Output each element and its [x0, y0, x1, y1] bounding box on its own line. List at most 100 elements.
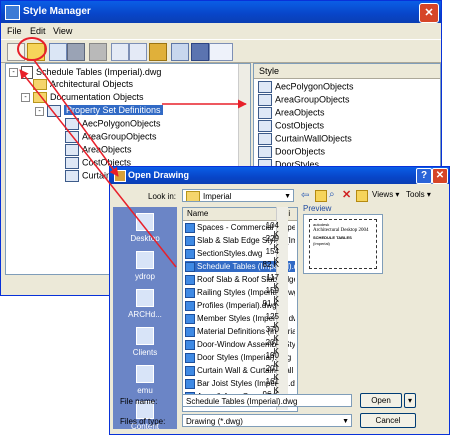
place-desktop[interactable]: Desktop	[113, 213, 177, 243]
table-icon	[65, 170, 79, 182]
dwg-file-icon	[185, 274, 195, 285]
set-from-icon[interactable]	[149, 43, 167, 61]
style-item[interactable]: DoorObjects	[258, 146, 325, 158]
table-icon	[258, 133, 272, 145]
chevron-down-icon[interactable]: ▼	[284, 190, 291, 201]
cancel-button[interactable]: Cancel	[360, 413, 416, 428]
style-item-label: DoorObjects	[275, 146, 326, 157]
style-item[interactable]: CostObjects	[258, 120, 324, 132]
style-column-header[interactable]: Style	[254, 64, 440, 79]
table-icon	[258, 94, 272, 106]
preview-line: (Imperial)	[313, 241, 330, 246]
menu-bar: File Edit View	[1, 23, 441, 39]
purge-icon[interactable]	[89, 43, 107, 61]
table-icon	[65, 118, 79, 130]
place-clients[interactable]: Clients	[113, 327, 177, 357]
place-archd[interactable]: ARCHd...	[113, 289, 177, 319]
folder-icon	[136, 289, 154, 307]
new-drawing-icon[interactable]	[7, 43, 25, 61]
app-icon	[5, 5, 20, 20]
tree-node-label: AreaGroupObjects	[82, 131, 157, 142]
file-size: 82 K	[262, 260, 279, 269]
table-icon	[258, 120, 272, 132]
style-item[interactable]: CurtainWallObjects	[258, 133, 352, 145]
file-name-label: File name:	[120, 397, 158, 406]
open-drawing-dialog: Open Drawing ? ✕ Look in: Imperial ▼ ⇦ ⌕ …	[109, 166, 450, 435]
new-style-icon[interactable]	[111, 43, 129, 61]
style-manager-titlebar[interactable]: Style Manager ✕	[1, 1, 441, 23]
new-folder-icon[interactable]	[356, 190, 368, 202]
tree-node-architectural-objects[interactable]: Architectural Objects	[33, 79, 133, 91]
dwg-file-icon	[185, 222, 195, 233]
desktop-icon	[136, 213, 154, 231]
menu-edit[interactable]: Edit	[30, 26, 46, 36]
table-icon	[258, 146, 272, 158]
collapse-icon[interactable]: -	[21, 93, 30, 103]
dwg-file-icon	[185, 326, 195, 337]
toggle-view-icon[interactable]	[171, 43, 189, 61]
style-item-label: CurtainWallObjects	[275, 133, 352, 144]
open-button-label: Open	[371, 396, 391, 405]
preview-line: SCHEDULE TABLES	[313, 235, 352, 240]
collapse-icon[interactable]: -	[9, 68, 18, 77]
tree-node-drawing[interactable]: - Schedule Tables (Imperial).dwg	[9, 66, 161, 79]
open-drawing-titlebar[interactable]: Open Drawing ? ✕	[110, 167, 449, 184]
place-label: emu	[137, 386, 153, 395]
file-name-input[interactable]: Schedule Tables (Imperial).dwg	[182, 394, 352, 407]
search-icon[interactable]: ⌕	[329, 189, 335, 200]
window-title: Style Manager	[23, 6, 91, 17]
chevron-down-icon: ▾	[407, 396, 412, 405]
open-options-button[interactable]: ▾	[404, 393, 416, 408]
dwg-file-icon	[185, 300, 195, 311]
tree-node-label: Schedule Tables (Imperial).dwg	[36, 66, 162, 77]
open-button[interactable]: Open	[360, 393, 402, 408]
preview-line: Architectural Desktop 2004	[313, 228, 369, 233]
up-folder-icon[interactable]	[315, 190, 327, 202]
chevron-down-icon[interactable]: ▼	[342, 415, 349, 426]
open-drawing-icon[interactable]	[27, 43, 45, 61]
file-type-select[interactable]: Drawing (*.dwg) ▼	[182, 414, 352, 427]
views-button[interactable]: Views ▾	[372, 190, 399, 199]
dialog-title: Open Drawing	[128, 170, 190, 180]
style-header-label: Style	[259, 66, 280, 76]
tree-node-item[interactable]: AecPolygonObjects	[65, 118, 161, 130]
close-icon[interactable]: ✕	[419, 3, 439, 23]
file-name-value: Schedule Tables (Imperial).dwg	[186, 397, 298, 406]
menu-view[interactable]: View	[53, 26, 72, 36]
table-icon	[65, 131, 79, 143]
paste-icon[interactable]	[67, 43, 85, 61]
filter-icon[interactable]	[191, 43, 209, 61]
back-icon[interactable]: ⇦	[301, 190, 309, 201]
folder-icon	[136, 327, 154, 345]
views-dropdown-icon[interactable]	[209, 43, 233, 61]
place-label: Desktop	[130, 234, 160, 243]
tree-node-property-set-definitions[interactable]: - Property Set Definitions	[35, 105, 163, 117]
edit-style-icon[interactable]	[129, 43, 147, 61]
delete-icon[interactable]: ✕	[342, 188, 351, 201]
tree-node-documentation-objects[interactable]: - Documentation Objects	[21, 92, 144, 104]
tree-node-item[interactable]: AreaObjects	[65, 144, 132, 156]
look-in-value: Imperial	[203, 192, 232, 201]
place-ydrop[interactable]: ydrop	[113, 251, 177, 281]
look-in-label: Look in:	[148, 192, 177, 201]
copy-icon[interactable]	[49, 43, 67, 61]
tools-button[interactable]: Tools ▾	[406, 190, 431, 199]
style-list[interactable]: Style AecPolygonObjects AreaGroupObjects…	[253, 63, 441, 175]
name-column-header[interactable]: Name	[187, 209, 208, 218]
style-item[interactable]: AreaGroupObjects	[258, 94, 350, 106]
place-emu[interactable]: emu	[113, 365, 177, 395]
tree-node-item[interactable]: AreaGroupObjects	[65, 131, 157, 143]
collapse-icon[interactable]: -	[35, 106, 44, 116]
look-in-select[interactable]: Imperial ▼	[182, 189, 294, 202]
close-icon[interactable]: ✕	[432, 168, 448, 184]
tree-node-label: Documentation Objects	[50, 92, 144, 102]
dwg-file-icon	[185, 365, 195, 376]
menu-file[interactable]: File	[7, 26, 22, 36]
toolbar	[1, 39, 441, 63]
place-label: ARCHd...	[128, 310, 162, 319]
help-icon[interactable]: ?	[416, 168, 432, 184]
style-item[interactable]: AecPolygonObjects	[258, 81, 354, 93]
folder-icon	[136, 251, 154, 269]
place-label: ydrop	[134, 272, 155, 281]
style-item[interactable]: AreaObjects	[258, 107, 325, 119]
